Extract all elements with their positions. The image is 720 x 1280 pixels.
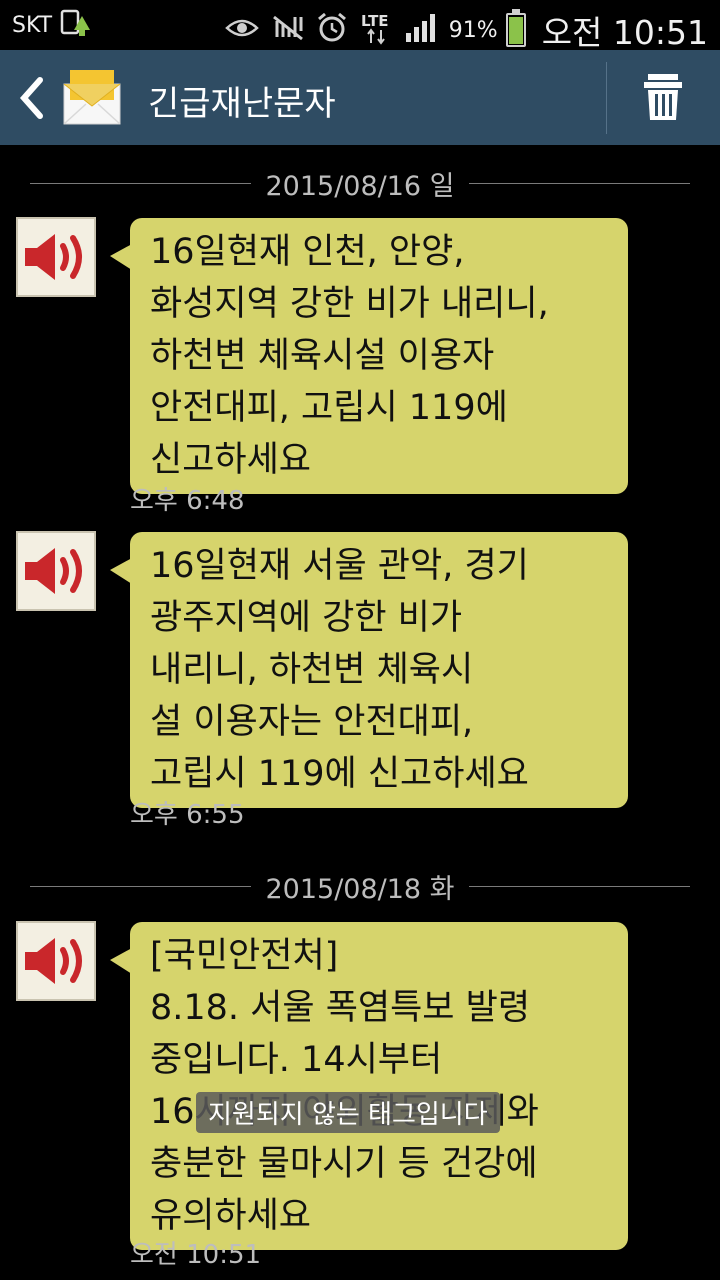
- message-line: 광주지역에 강한 비가: [150, 598, 463, 638]
- message-line: 고립시 119에 신고하세요: [150, 754, 529, 794]
- status-bar: SKT LTE 91% 오전 10:51: [0, 0, 720, 52]
- divider-line: [30, 182, 252, 184]
- trash-icon: [644, 74, 682, 120]
- message-time: 오후 6:55: [130, 800, 245, 830]
- sender-avatar[interactable]: [16, 531, 96, 611]
- divider-line: [30, 885, 252, 887]
- message-line: 신고하세요: [150, 440, 312, 480]
- battery-percent: 91%: [448, 17, 498, 43]
- message-line: 충분한 물마시기 등 건강에: [150, 1144, 538, 1184]
- svg-text:LTE: LTE: [361, 12, 389, 30]
- clock: 오전 10:51: [541, 13, 708, 52]
- battery-level-fill: [508, 16, 523, 44]
- envelope-icon: [62, 68, 122, 128]
- delete-button[interactable]: [638, 72, 688, 124]
- message-bubble[interactable]: [국민안전처] 8.18. 서울 폭염특보 발령 중입니다. 14시부터 16시…: [110, 922, 628, 1250]
- toast-message: 지원되지 않는 태그입니다: [196, 1092, 500, 1133]
- message-line: 하천변 체육시설 이용자: [150, 336, 495, 376]
- date-label: 2015/08/18 화: [265, 873, 455, 905]
- date-label: 2015/08/16 일: [265, 170, 455, 202]
- message-line: 화성지역 강한 비가 내리니,: [150, 284, 549, 324]
- message-time: 오전 10:51: [130, 1240, 262, 1270]
- conversation-header: 긴급재난문자: [0, 50, 720, 145]
- message-line: [국민안전처]: [150, 936, 339, 976]
- divider-line: [468, 182, 691, 184]
- date-separator: 2015/08/18 화: [30, 866, 691, 906]
- message-line: 16일현재 서울 관악, 경기: [150, 546, 529, 586]
- lte-data-icon: LTE: [359, 11, 393, 49]
- status-left: SKT: [12, 8, 96, 42]
- message-time: 오후 6:48: [130, 486, 245, 516]
- chevron-left-icon: [19, 77, 43, 119]
- message-line: 안전대피, 고립시 119에: [150, 388, 508, 428]
- message-line: 설 이용자는 안전대피,: [150, 702, 474, 742]
- back-button[interactable]: [14, 72, 48, 124]
- sender-avatar[interactable]: [16, 217, 96, 297]
- page-title: 긴급재난문자: [148, 84, 336, 124]
- speaker-icon: [25, 938, 82, 984]
- status-right: LTE 91% 오전 10:51: [224, 6, 708, 54]
- message-bubble[interactable]: 16일현재 서울 관악, 경기 광주지역에 강한 비가 내리니, 하천변 체육시…: [110, 532, 628, 808]
- eye-icon: [224, 16, 259, 44]
- alarm-icon: [317, 12, 347, 48]
- signal-bars-icon: [405, 13, 437, 47]
- divider-line: [468, 885, 691, 887]
- signal-off-icon: [271, 13, 305, 47]
- speaker-icon: [25, 548, 82, 594]
- message-line: 8.18. 서울 폭염특보 발령: [150, 988, 531, 1028]
- sender-avatar[interactable]: [16, 921, 96, 1001]
- message-bubble[interactable]: 16일현재 인천, 안양, 화성지역 강한 비가 내리니, 하천변 체육시설 이…: [110, 218, 628, 494]
- header-divider: [606, 62, 607, 134]
- sim-upload-icon: [60, 8, 96, 42]
- battery-icon: [505, 9, 526, 47]
- speaker-icon: [25, 234, 82, 280]
- carrier-label: SKT: [12, 12, 53, 38]
- message-line: 중입니다. 14시부터: [150, 1040, 443, 1080]
- message-line: 내리니, 하천변 체육시: [150, 650, 474, 690]
- date-separator: 2015/08/16 일: [30, 163, 691, 203]
- message-line: 16일현재 인천, 안양,: [150, 232, 465, 272]
